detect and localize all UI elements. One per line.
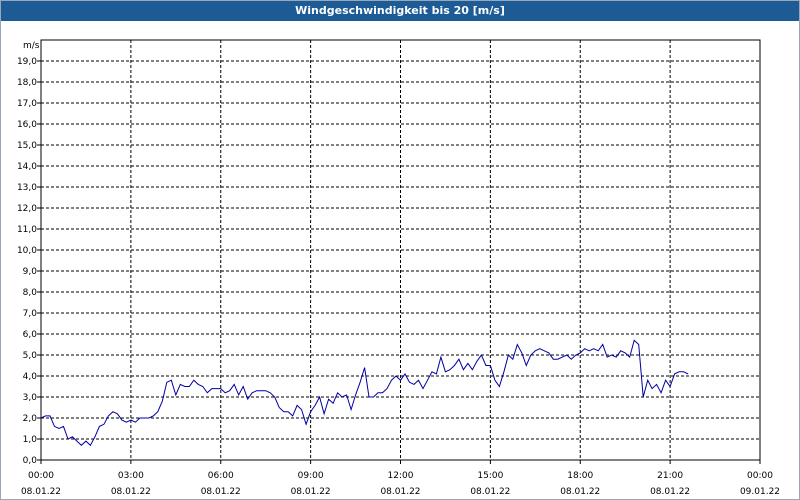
- y-tick-label: 7,0: [23, 309, 38, 319]
- y-tick-label: 9,0: [23, 267, 38, 277]
- y-tick-label: 17,0: [17, 99, 37, 109]
- y-tick-label: 14,0: [17, 162, 37, 172]
- x-tick-date: 08.01.22: [111, 487, 151, 497]
- x-tick-date: 09.01.22: [740, 487, 780, 497]
- y-unit-label: m/s: [23, 41, 40, 51]
- y-tick-label: 19,0: [17, 57, 37, 67]
- y-tick-label: 6,0: [23, 330, 38, 340]
- x-tick-time: 06:00: [208, 471, 234, 481]
- y-tick-label: 3,0: [23, 393, 38, 403]
- y-tick-label: 0,0: [23, 456, 38, 466]
- y-tick-label: 4,0: [23, 372, 38, 382]
- y-tick-label: 13,0: [17, 183, 37, 193]
- y-tick-labels: 0,0 1,0 2,0 3,0 4,0 5,0 6,0 7,0 8,0 9,0 10,0 11,0 12…: [17, 57, 37, 466]
- x-tick-date: 08.01.22: [650, 487, 690, 497]
- x-tick-date: 08.01.22: [560, 487, 600, 497]
- y-tick-label: 18,0: [17, 78, 37, 88]
- x-tick-time: 15:00: [477, 471, 503, 481]
- x-tick-date: 08.01.22: [21, 487, 61, 497]
- x-tick-time: 00:00: [28, 471, 54, 481]
- x-tick-date: 08.01.22: [380, 487, 420, 497]
- x-tick-time: 18:00: [567, 471, 593, 481]
- x-tick-date: 08.01.22: [470, 487, 510, 497]
- chart-window: Windgeschwindigkeit bis 20 [m/s] m/s 0,0…: [0, 0, 800, 500]
- y-tick-label: 5,0: [23, 351, 38, 361]
- y-tick-label: 12,0: [17, 204, 37, 214]
- x-tick-time: 00:00: [747, 471, 773, 481]
- grid-lines: [41, 40, 760, 460]
- y-tick-label: 1,0: [23, 435, 38, 445]
- x-tick-time: 09:00: [298, 471, 324, 481]
- y-tick-label: 15,0: [17, 141, 37, 151]
- x-tick-time: 03:00: [118, 471, 144, 481]
- y-tick-label: 10,0: [17, 246, 37, 256]
- x-tick-time: 12:00: [388, 471, 414, 481]
- y-tick-label: 8,0: [23, 288, 38, 298]
- x-tick-labels: 00:00 08.01.22 03:00 08.01.22 06:00 08.01.22 0…: [21, 471, 780, 497]
- y-tick-label: 2,0: [23, 414, 38, 424]
- x-tick-time: 21:00: [657, 471, 683, 481]
- y-tick-label: 11,0: [17, 225, 37, 235]
- y-tick-label: 16,0: [17, 120, 37, 130]
- x-tick-date: 08.01.22: [291, 487, 331, 497]
- chart-svg: m/s 0,0 1,0 2,0 3,0 4,0 5,0 6,0 7,0 8,0 9,0 10,0 11…: [17, 39, 780, 497]
- x-tick-date: 08.01.22: [201, 487, 241, 497]
